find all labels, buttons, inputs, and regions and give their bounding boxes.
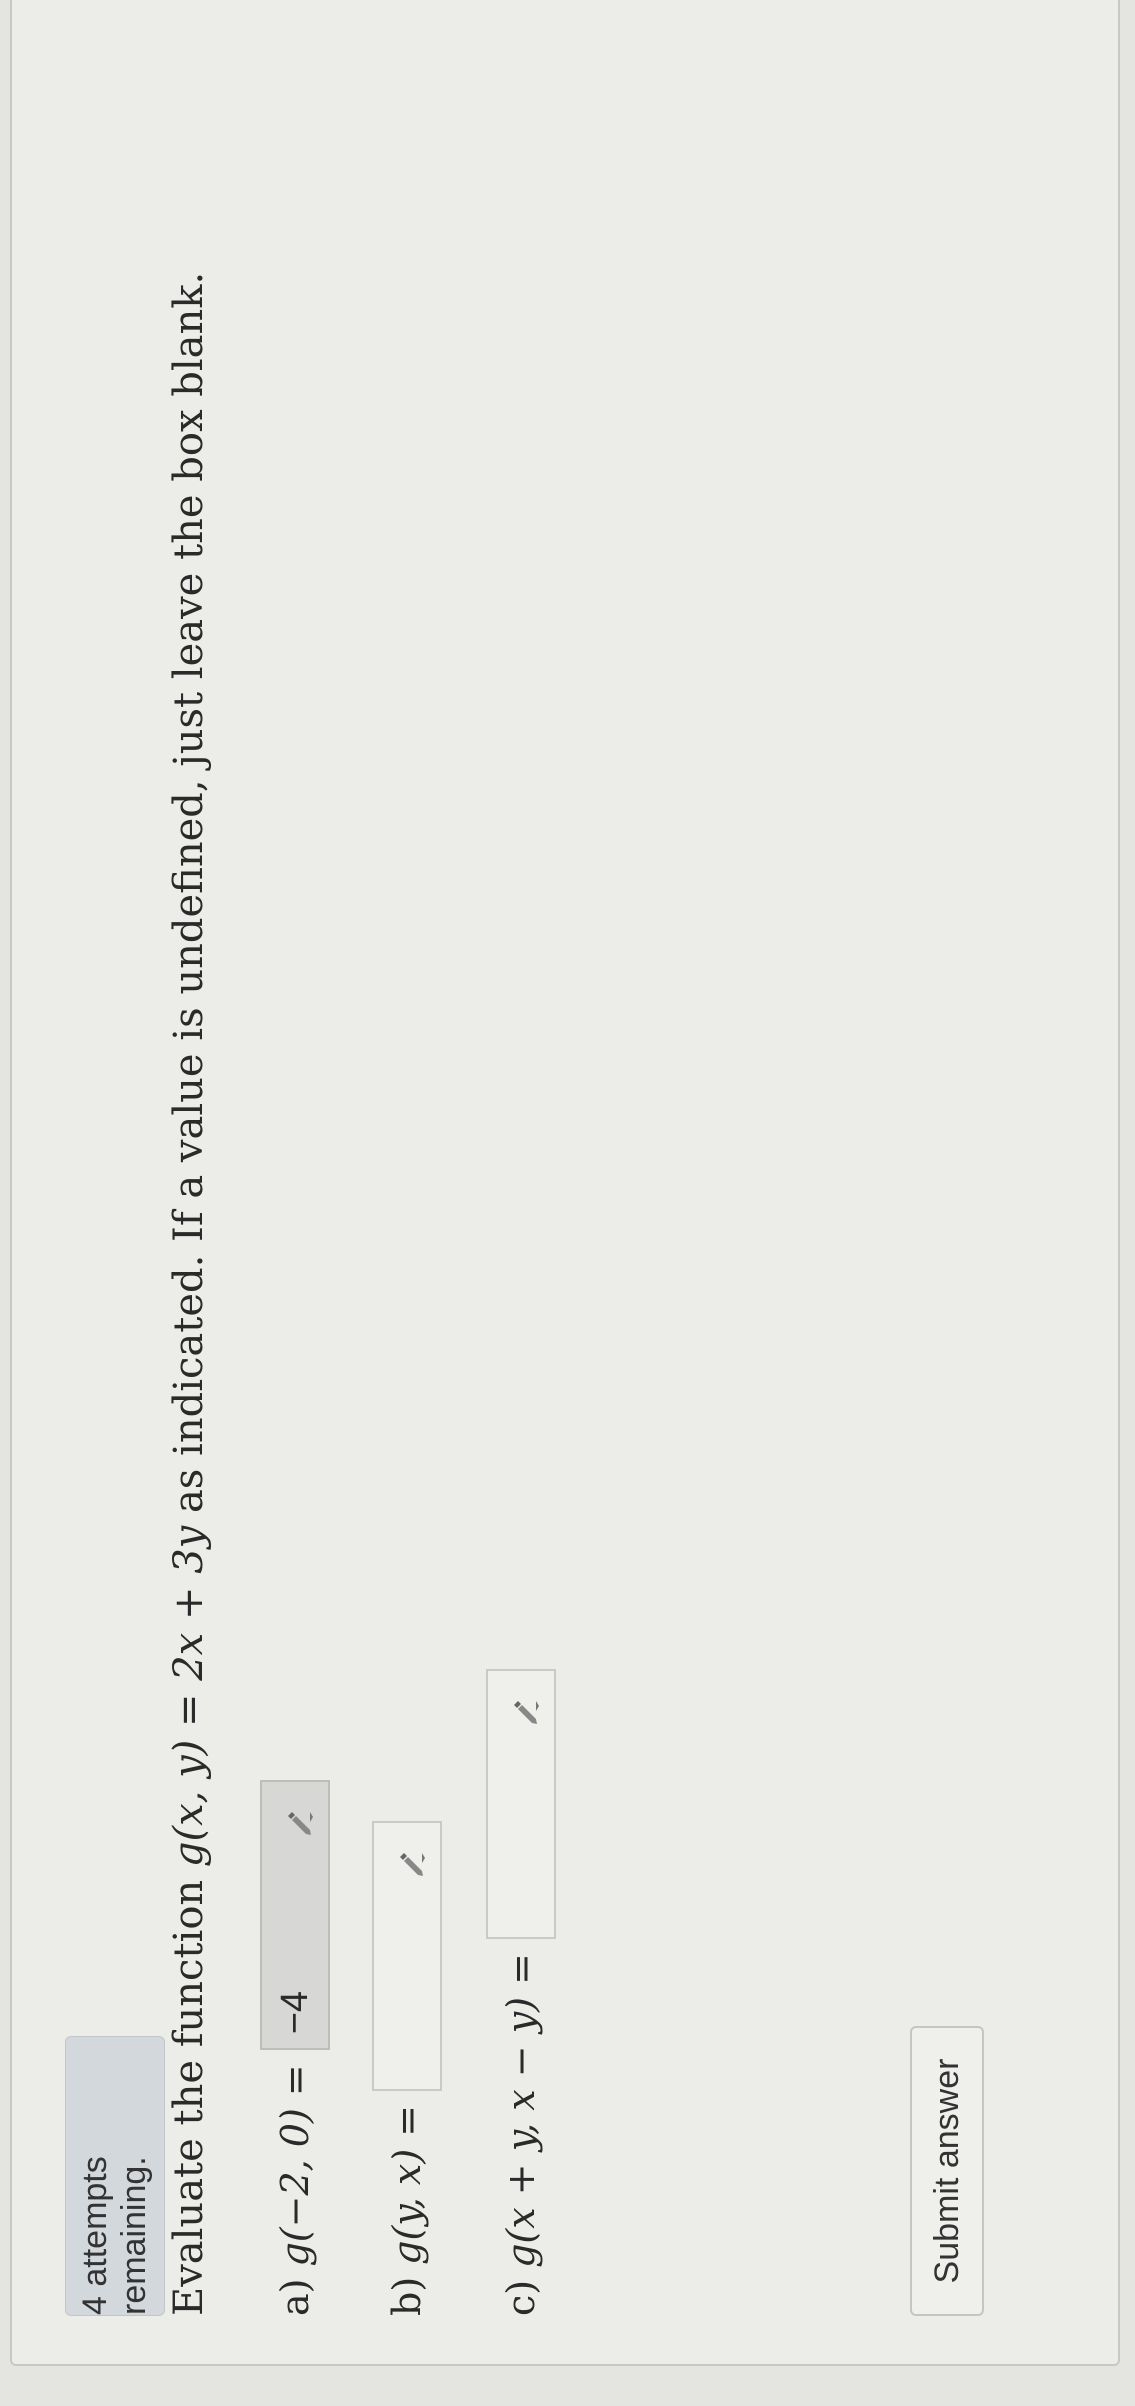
part-a-expression: g(−2, 0) = <box>273 2064 317 2267</box>
part-b-answer-input[interactable] <box>372 1820 442 2091</box>
part-c-answer-input[interactable] <box>486 1669 556 1940</box>
question-prefix: Evaluate the function <box>166 1867 212 2316</box>
part-b-expression: g(y, x) = <box>385 2104 429 2265</box>
part-a-label: a) <box>273 2278 317 2316</box>
attempts-text: 4 attempts remaining. <box>76 2156 153 2315</box>
part-a-row: a) g(−2, 0) = −4 <box>260 1780 330 2316</box>
pencil-icon[interactable] <box>282 1808 314 1840</box>
part-c-label: c) <box>499 2279 543 2316</box>
attempts-badge: 4 attempts remaining. <box>65 2036 165 2316</box>
screen: 4 attempts remaining. Evaluate the funct… <box>0 0 1135 2406</box>
function-definition: g(x, y) = 2x + 3y <box>166 1525 212 1868</box>
part-b-label: b) <box>385 2276 429 2316</box>
part-a-answer-value: −4 <box>273 1990 316 2035</box>
part-a-answer-input[interactable]: −4 <box>260 1780 330 2051</box>
rotated-page: 4 attempts remaining. Evaluate the funct… <box>0 0 1135 2406</box>
part-c-row: c) g(x + y, x − y) = <box>486 1669 556 2316</box>
question-text: Evaluate the function g(x, y) = 2x + 3y … <box>165 272 213 2316</box>
part-c-expression: g(x + y, x − y) = <box>499 1953 543 2268</box>
pencil-icon[interactable] <box>508 1697 540 1729</box>
question-suffix: as indicated. If a value is undefined, j… <box>166 271 212 1526</box>
pencil-icon[interactable] <box>394 1849 426 1881</box>
part-b-row: b) g(y, x) = <box>372 1820 442 2316</box>
submit-answer-button[interactable]: Submit answer <box>910 2026 984 2316</box>
